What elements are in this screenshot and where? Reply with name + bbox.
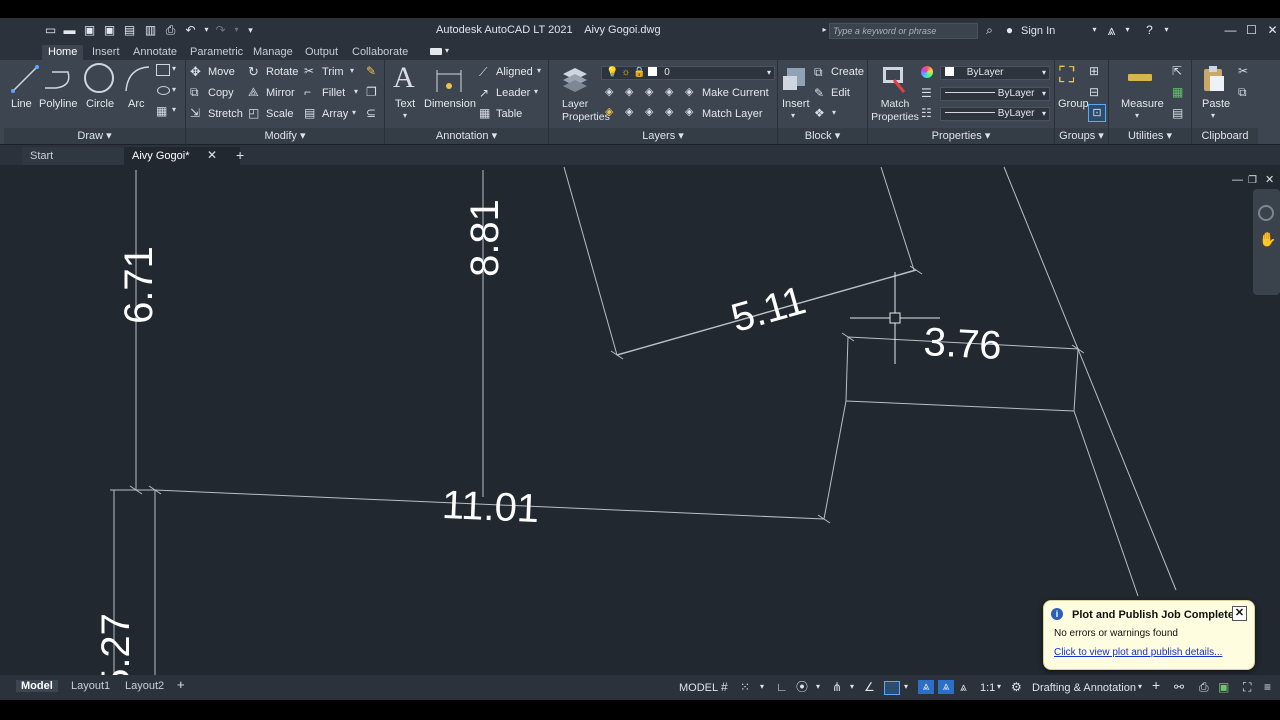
isodraft-icon[interactable]: ⋔ — [832, 681, 842, 693]
notification-details-link[interactable]: Click to view plot and publish details..… — [1054, 647, 1222, 658]
extension-line[interactable] — [845, 336, 849, 402]
dimension-text-511[interactable]: 5.11 — [726, 278, 810, 341]
workspace-switcher[interactable]: Drafting & Annotation — [1032, 682, 1136, 694]
grid-icon[interactable]: # — [721, 681, 728, 693]
object-snap-tracking-icon[interactable]: ∠ — [864, 681, 875, 693]
isodraft-dropdown-icon[interactable]: ▾ — [850, 681, 854, 693]
dimension-text-376[interactable]: 3.76 — [923, 320, 1003, 368]
notification-title: Plot and Publish Job Complete — [1072, 609, 1234, 621]
snap-dropdown-icon[interactable]: ▾ — [760, 681, 764, 693]
dimension-text-1101[interactable]: 11.01 — [441, 483, 540, 531]
boundary-line[interactable] — [845, 400, 1075, 412]
viewport-restore-icon[interactable]: ❐ — [1248, 175, 1257, 186]
layout-tab-layout1[interactable]: Layout1 — [66, 680, 115, 692]
model-space-toggle[interactable]: MODEL — [679, 682, 718, 694]
notification-close-icon[interactable]: ✕ — [1232, 606, 1247, 621]
polar-icon[interactable]: ⦿ — [796, 681, 808, 693]
plot-publish-notification: i Plot and Publish Job Complete ✕ No err… — [1043, 600, 1255, 670]
dimension-tick — [610, 350, 624, 360]
plot-status-icon[interactable]: ⎙ — [1199, 681, 1209, 693]
object-snap-dropdown-icon[interactable]: ▾ — [904, 681, 908, 693]
pan-icon[interactable]: ✋ — [1259, 231, 1276, 247]
status-bar: Model Layout1 Layout2 + MODEL # ⁙ ▾ ∟ ⦿ … — [0, 675, 1280, 700]
object-snap-icon[interactable] — [884, 681, 900, 695]
boundary-line[interactable] — [823, 400, 847, 520]
drawing-geometry[interactable] — [110, 166, 1177, 680]
ortho-icon[interactable]: ∟ — [776, 681, 788, 693]
add-layout-icon[interactable]: + — [177, 678, 185, 691]
hardware-acceleration-icon[interactable]: ▣ — [1218, 681, 1229, 693]
notification-message: No errors or warnings found — [1054, 628, 1178, 639]
boundary-line[interactable] — [563, 166, 618, 356]
auto-scale-icon[interactable]: ⩓ — [938, 680, 954, 694]
annotation-visibility-icon[interactable]: ⩓ — [918, 680, 934, 694]
dimension-text-671[interactable]: 6.71 — [117, 246, 161, 324]
annotation-scale-value[interactable]: 1:1 — [980, 682, 995, 694]
clean-screen-icon[interactable]: ⛶ — [1243, 681, 1251, 693]
extension-line[interactable] — [1073, 348, 1079, 412]
viewport-close-icon[interactable]: ✕ — [1265, 174, 1274, 186]
scale-dropdown-icon[interactable]: ▾ — [997, 681, 1001, 693]
boundary-line[interactable] — [1003, 166, 1177, 591]
viewport-minimize-icon[interactable]: — — [1232, 174, 1243, 186]
autocad-window: ▭ ▬ ▣ ▣ ▤ ▥ ⎙ ↶ ▾ ↷ ▾ ▾ Autodesk AutoCAD… — [0, 18, 1280, 700]
annotation-monitor-icon[interactable]: + — [1152, 678, 1160, 692]
annotation-scale-icon[interactable]: ⩓ — [960, 681, 967, 693]
boundary-line[interactable] — [1073, 410, 1139, 597]
drawing-area[interactable]: — ❐ ✕ ✋ 6.71 8.81 5.11 3.76 11.01 5.27 — [0, 18, 1280, 700]
workspace-dropdown-icon[interactable]: ▾ — [1138, 681, 1142, 693]
layout-tab-layout2[interactable]: Layout2 — [120, 680, 169, 692]
units-icon[interactable]: ⚯ — [1174, 681, 1184, 693]
info-icon: i — [1051, 608, 1063, 620]
workspace-gear-icon[interactable]: ⚙ — [1011, 681, 1022, 693]
polar-dropdown-icon[interactable]: ▾ — [816, 681, 820, 693]
dimension-tick — [909, 265, 923, 275]
dimension-text-881[interactable]: 8.81 — [463, 199, 507, 277]
customization-menu-icon[interactable]: ≡ — [1264, 681, 1271, 693]
snap-icon[interactable]: ⁙ — [740, 681, 750, 693]
boundary-line[interactable] — [880, 166, 915, 271]
layout-tab-model[interactable]: Model — [16, 680, 58, 692]
